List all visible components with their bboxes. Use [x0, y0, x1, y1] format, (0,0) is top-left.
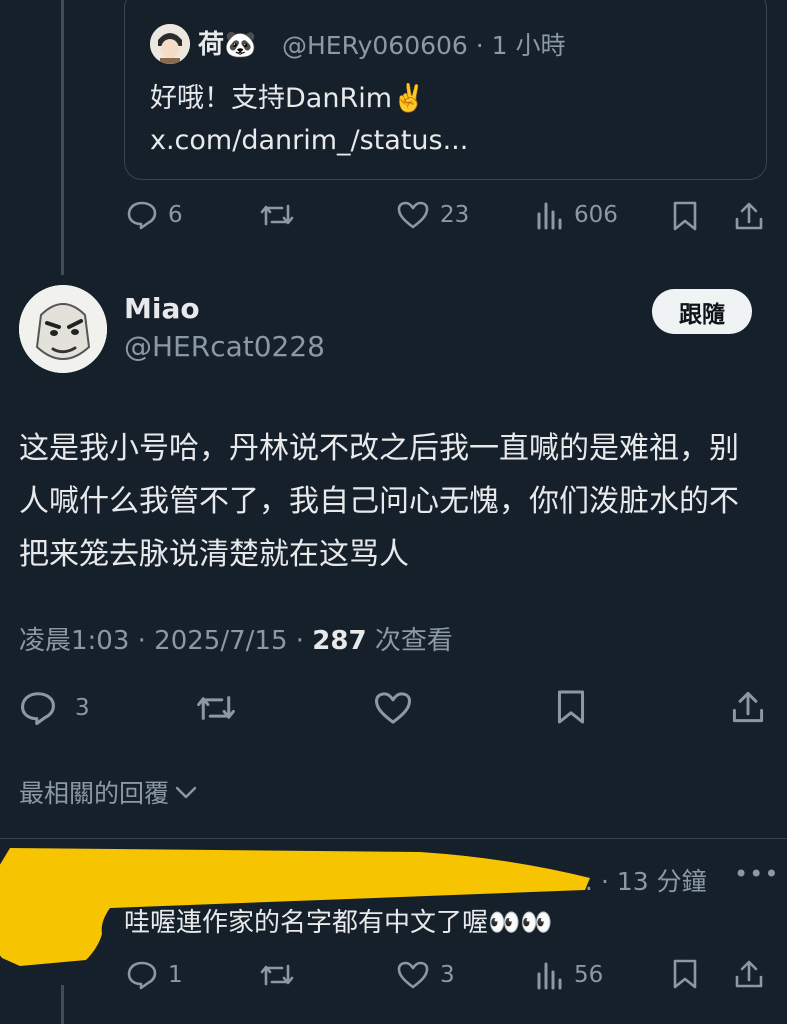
post-reply-count: 3	[75, 695, 90, 721]
quoted-author-name[interactable]: 荷🐼	[198, 24, 256, 61]
author-handle[interactable]: @HERcat0228	[124, 330, 325, 363]
share-icon	[732, 691, 764, 723]
author-avatar[interactable]	[19, 285, 107, 373]
reply-like-count: 3	[440, 962, 455, 988]
views-icon	[537, 962, 562, 990]
retweet-icon	[260, 964, 294, 986]
quoted-avatar[interactable]	[150, 24, 190, 64]
retweet-icon	[260, 204, 294, 226]
reply-bookmark-button[interactable]	[672, 958, 698, 990]
reply-views-count: 56	[574, 962, 604, 988]
quoted-text[interactable]: 好哦！支持DanRim✌️ x.com/danrim_/status...	[150, 78, 710, 162]
quoted-like-count: 23	[440, 202, 470, 228]
post-view-count: 287	[312, 626, 367, 656]
post-view-label: 次查看	[366, 626, 453, 656]
post-meta: 凌晨1:03 · 2025/7/15 · 287 次查看	[19, 620, 453, 657]
reply-views-button[interactable]: 56	[536, 960, 603, 990]
heart-icon	[397, 201, 429, 229]
post-text: 这是我小号哈，丹林说不改之后我一直喊的是难祖，别人喊什么我管不了，我自己问心无愧…	[19, 431, 739, 572]
heart-icon	[375, 692, 411, 724]
reply-reply-count: 1	[168, 962, 183, 988]
reply-sort-dropdown[interactable]: 最相關的回覆	[19, 774, 199, 810]
divider	[0, 838, 787, 839]
author-name[interactable]: Miao	[124, 292, 200, 325]
reply-like-button[interactable]: 3	[396, 960, 455, 990]
views-icon	[537, 202, 562, 230]
share-icon	[735, 960, 763, 988]
reply-sort-label: 最相關的回覆	[19, 779, 170, 808]
reply-icon	[21, 692, 55, 725]
post-bookmark-button[interactable]	[556, 688, 586, 726]
post-share-button[interactable]	[731, 688, 765, 726]
quoted-views-button[interactable]: 606	[536, 200, 618, 230]
quoted-reply-count: 6	[168, 202, 183, 228]
post-retweet-button[interactable]	[194, 690, 238, 726]
bookmark-icon	[673, 201, 697, 231]
quoted-like-button[interactable]: 23	[396, 200, 469, 230]
quoted-views-count: 606	[574, 202, 618, 228]
reply-share-button[interactable]	[734, 958, 764, 990]
reply-icon	[127, 201, 157, 230]
bookmark-icon	[557, 690, 585, 724]
quoted-bookmark-button[interactable]	[672, 200, 698, 232]
heart-icon	[397, 961, 429, 989]
thread-line-bottom	[61, 985, 64, 1024]
reply-icon	[127, 961, 157, 990]
reply-reply-button[interactable]: 1	[126, 960, 183, 990]
retweet-icon	[197, 696, 235, 720]
follow-button[interactable]: 跟隨	[652, 289, 752, 334]
chevron-down-icon	[175, 786, 197, 799]
quoted-retweet-button[interactable]	[258, 200, 296, 230]
quoted-reply-button[interactable]: 6	[126, 200, 183, 230]
post-time-date[interactable]: 凌晨1:03 · 2025/7/15 ·	[19, 626, 312, 656]
panda-emoji: 🐼	[224, 30, 257, 60]
post-like-button[interactable]	[373, 690, 413, 726]
quoted-handle-time[interactable]: @HERy060606 · 1 小時	[282, 26, 566, 62]
reply-text: 哇喔連作家的名字都有中文了喔👀👀	[124, 908, 553, 938]
thread-line-top	[61, 0, 64, 275]
quoted-share-button[interactable]	[734, 200, 764, 232]
reply-retweet-button[interactable]	[258, 960, 296, 990]
post-reply-button[interactable]: 3	[19, 690, 90, 726]
more-options-icon[interactable]: •••	[734, 860, 779, 888]
share-icon	[735, 202, 763, 230]
bookmark-icon	[673, 959, 697, 989]
